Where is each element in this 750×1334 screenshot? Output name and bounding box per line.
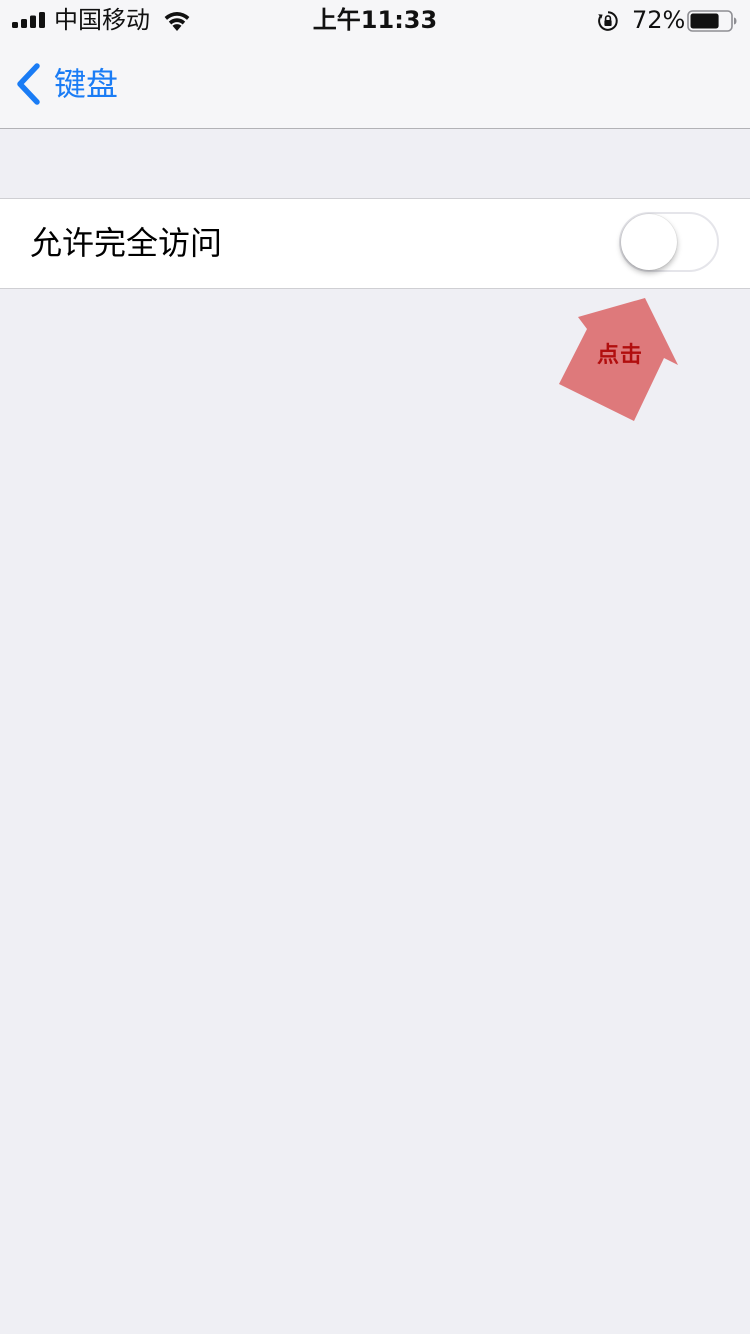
battery-percentage: 72%	[632, 6, 686, 34]
full-access-toggle[interactable]	[619, 212, 719, 272]
settings-group: 允许完全访问	[0, 198, 750, 289]
back-button-label: 键盘	[54, 65, 119, 103]
full-access-label: 允许完全访问	[30, 224, 223, 262]
annotation-label: 点击	[597, 343, 644, 368]
back-button[interactable]: 键盘	[14, 60, 118, 108]
rotation-lock-icon	[598, 11, 618, 31]
chevron-left-icon	[17, 63, 40, 105]
status-bar: 中国移动 上午11:33 72%	[0, 0, 750, 40]
toggle-knob	[621, 214, 677, 270]
settings-screen: 中国移动 上午11:33 72% 键盘 允许完全访问 点击	[0, 0, 750, 1334]
battery-icon	[687, 10, 737, 32]
navigation-bar: 键盘	[0, 40, 750, 129]
